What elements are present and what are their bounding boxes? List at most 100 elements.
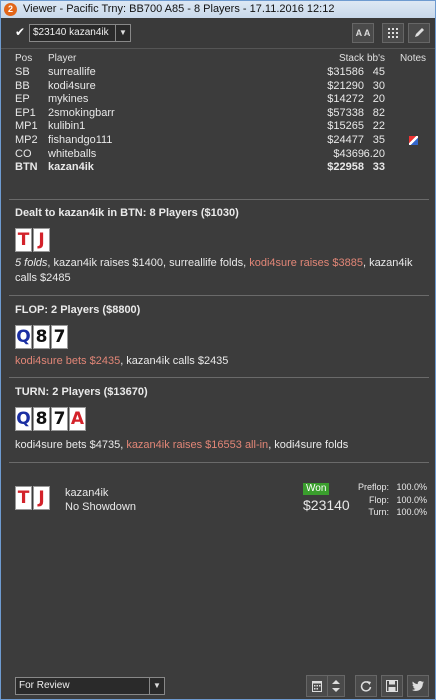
chevron-down-icon[interactable]: ▼ xyxy=(115,25,130,41)
equity-row: Preflop: 100.0% xyxy=(353,481,427,494)
viewer-window: 2 Viewer - Pacific Trny: BB700 A85 - 8 P… xyxy=(0,0,436,700)
bbs-cell: 45 xyxy=(372,66,385,78)
header-notes[interactable]: Notes xyxy=(398,53,428,64)
won-amount: $23140 xyxy=(303,497,350,513)
review-select[interactable]: For Review ▼ xyxy=(15,677,165,695)
pos-cell: SB xyxy=(15,66,30,78)
equity-value: 100.0% xyxy=(396,507,427,517)
up-down-icon xyxy=(332,680,340,692)
card: 7 xyxy=(51,407,68,431)
bbs-cell: 30 xyxy=(372,79,385,92)
header-pos[interactable]: Pos xyxy=(15,53,32,64)
result-player: kazan4ik No Showdown xyxy=(65,486,136,514)
preflop-action-highlight: kodi4sure raises $3885 xyxy=(249,257,363,269)
bbs-cell: 35 xyxy=(372,133,385,146)
grid-icon xyxy=(388,28,398,38)
chevron-down-icon[interactable]: ▼ xyxy=(149,678,164,694)
pos-cell: MP1 xyxy=(15,120,38,133)
card: 8 xyxy=(33,325,50,349)
player-cell: 2smokingbarr xyxy=(48,106,115,119)
flop-actions: kodi4sure bets $2435, kazan4ik calls $24… xyxy=(15,354,425,369)
equity-value: 100.0% xyxy=(396,482,427,492)
header-bbs[interactable]: bb's xyxy=(355,53,385,64)
pencil-icon xyxy=(415,28,424,37)
bbs-cell: 20 xyxy=(372,93,385,106)
table-row[interactable]: MP2 fishandgo111 $24477 35 xyxy=(15,134,433,148)
check-icon[interactable]: ✔ xyxy=(15,26,27,38)
turn-title-text: TURN: 2 Players ($13670) xyxy=(15,386,148,398)
won-badge: Won xyxy=(303,483,330,495)
pos-cell: EP1 xyxy=(15,106,36,119)
window-title: Viewer - Pacific Trny: BB700 A85 - 8 Pla… xyxy=(23,3,335,15)
card: 7 xyxy=(51,325,68,349)
table-row[interactable]: EP mykines $14272 20 xyxy=(15,93,433,107)
player-cell: surreallife xyxy=(48,66,96,78)
calendar-icon xyxy=(312,681,322,692)
flop-action: , kazan4ik calls $2435 xyxy=(120,355,229,367)
bbs-cell: 22 xyxy=(372,120,385,133)
card: A xyxy=(69,407,86,431)
table-row[interactable]: CO whiteballs $4369 6.20 xyxy=(15,148,433,162)
toolbar: ✔ $23140 kazan4ik ▼ A A xyxy=(1,18,435,49)
player-cell: kazan4ik xyxy=(48,161,94,174)
save-icon xyxy=(386,680,398,692)
grid-button[interactable] xyxy=(382,23,404,43)
equity-row: Flop: 100.0% xyxy=(353,494,427,507)
hand-select[interactable]: $23140 kazan4ik ▼ xyxy=(29,24,131,42)
equity-label: Turn: xyxy=(368,507,389,517)
card: T xyxy=(15,228,32,252)
table-row[interactable]: EP1 2smokingbarr $57338 82 xyxy=(15,107,433,121)
player-cell: kodi4sure xyxy=(48,79,96,92)
flop-action-highlight: kodi4sure bets $2435 xyxy=(15,355,121,367)
players-table: Pos Player Stack bb's Notes SB surreallif… xyxy=(15,53,433,175)
bbs-cell: 6.20 xyxy=(363,147,385,160)
flop-title: FLOP: 2 Players ($8800) xyxy=(15,303,425,318)
refresh-icon xyxy=(360,681,372,692)
bbs-cell: 33 xyxy=(372,161,385,174)
bottom-bar: For Review ▼ xyxy=(1,669,435,699)
table-row[interactable]: BB kodi4sure $21290 30 xyxy=(15,80,433,94)
equity-label: Preflop: xyxy=(357,482,389,492)
turn-actions: kodi4sure bets $4735, kazan4ik raises $1… xyxy=(15,438,425,453)
player-cell: whiteballs xyxy=(48,147,97,160)
font-size-button[interactable]: A A xyxy=(352,23,374,43)
table-row[interactable]: MP1 kulibin1 $15265 22 xyxy=(15,120,433,134)
twitter-icon xyxy=(412,681,424,691)
result-player-name: kazan4ik xyxy=(65,487,109,499)
app-icon: 2 xyxy=(4,3,17,16)
table-row[interactable]: SB surreallife $31586 45 xyxy=(15,66,433,80)
hero-cards: TJ xyxy=(15,228,51,252)
calendar-button[interactable] xyxy=(306,675,328,697)
pos-cell: EP xyxy=(15,93,30,106)
table-header: Pos Player Stack bb's Notes xyxy=(15,53,433,66)
card: 8 xyxy=(33,407,50,431)
result-cards: TJ xyxy=(15,486,51,510)
equity-value: 100.0% xyxy=(396,494,427,505)
pos-cell: MP2 xyxy=(15,133,38,146)
card: Q xyxy=(15,407,32,431)
note-icon[interactable] xyxy=(408,135,418,145)
turn-action: kodi4sure bets $4735, xyxy=(15,439,127,451)
player-cell: kulibin1 xyxy=(48,120,86,133)
review-select-value: For Review xyxy=(19,680,70,691)
card: Q xyxy=(15,325,32,349)
preflop-title: Dealt to kazan4ik in BTN: 8 Players ($10… xyxy=(15,206,425,221)
player-cell: mykines xyxy=(48,93,89,106)
player-cell: fishandgo111 xyxy=(48,133,113,146)
divider xyxy=(9,377,429,378)
spinner-button[interactable] xyxy=(327,675,345,697)
flop-cards: Q87 xyxy=(15,325,69,349)
twitter-button[interactable] xyxy=(407,675,429,697)
equity-row: Turn: 100.0% xyxy=(353,506,427,519)
turn-action: , kodi4sure folds xyxy=(268,439,349,451)
save-button[interactable] xyxy=(381,675,403,697)
divider xyxy=(9,462,429,463)
flop-title-text: FLOP: 2 Players ($8800) xyxy=(15,304,141,316)
table-row-hero[interactable]: BTN kazan4ik $22958 33 xyxy=(15,161,433,175)
preflop-folds: 5 folds xyxy=(15,257,48,269)
refresh-button[interactable] xyxy=(355,675,377,697)
header-player[interactable]: Player xyxy=(48,53,76,64)
divider xyxy=(9,295,429,296)
result-showdown: No Showdown xyxy=(65,501,136,513)
edit-button[interactable] xyxy=(408,23,430,43)
